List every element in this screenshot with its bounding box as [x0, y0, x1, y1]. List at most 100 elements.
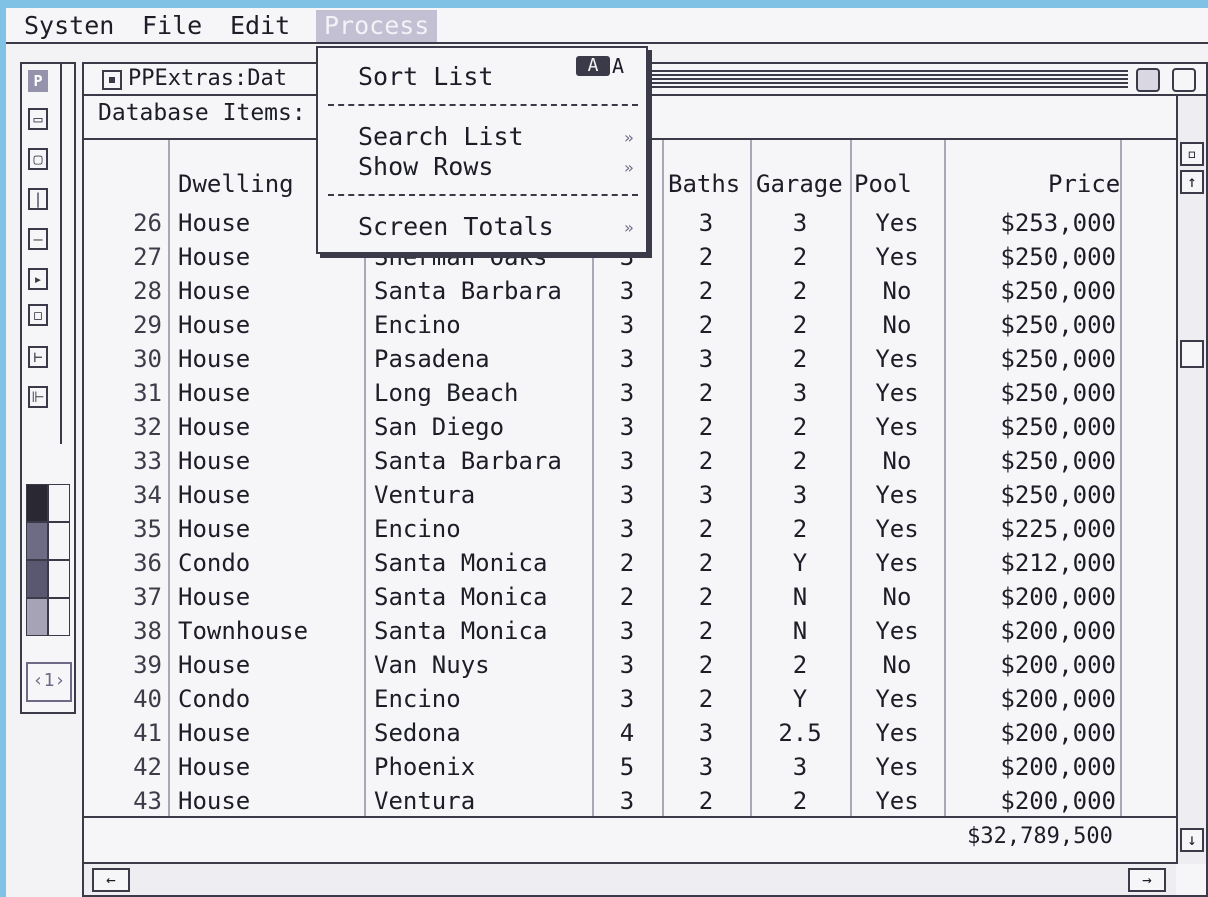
cell-pool: Yes [875, 719, 919, 747]
cell-dwelling: House [178, 413, 251, 441]
swatch-light-gray[interactable] [26, 598, 48, 636]
table-row[interactable]: 31 House Long Beach 3 2 3 Yes $250,000 [84, 376, 1176, 410]
scroll-right-icon[interactable]: → [1128, 868, 1166, 892]
size-box-icon[interactable] [1172, 68, 1196, 92]
scroll-page-icon[interactable]: ▫ [1180, 142, 1204, 166]
table-row[interactable]: 32 House San Diego 3 2 2 Yes $250,000 [84, 410, 1176, 444]
cell-dwelling: House [178, 379, 251, 407]
cell-dwelling: House [178, 787, 251, 815]
cell-pool: No [882, 277, 912, 305]
menu-process[interactable]: Process [316, 10, 438, 42]
column-header-baths[interactable]: Baths [668, 170, 740, 198]
cell-price: $250,000 [1000, 345, 1116, 373]
table-row[interactable]: 42 House Phoenix 5 3 3 Yes $200,000 [84, 750, 1176, 784]
horizontal-scrollbar[interactable]: ← → [84, 862, 1176, 895]
swatch-white-2[interactable] [48, 522, 70, 560]
menu-item-sort-list[interactable]: Sort List [358, 62, 493, 91]
column-header-dwelling[interactable]: Dwelling [178, 170, 294, 198]
table-row[interactable]: 40 Condo Encino 3 2 Y Yes $200,000 [84, 682, 1176, 716]
table-row[interactable]: 29 House Encino 3 2 2 No $250,000 [84, 308, 1176, 342]
table-row[interactable]: 37 House Santa Monica 2 2 N No $200,000 [84, 580, 1176, 614]
cell-location: Encino [374, 685, 461, 713]
cell-beds: 3 [619, 447, 635, 475]
cell-beds: 3 [619, 481, 635, 509]
vertical-scrollbar[interactable]: ▫ ↑ ↓ [1176, 96, 1206, 864]
cell-dwelling: House [178, 719, 251, 747]
rounded-rect-tool-icon[interactable]: ▢ [28, 148, 48, 170]
menu-file[interactable]: File [134, 10, 210, 42]
menu-system[interactable]: Systen [16, 10, 122, 42]
menu-item-show-rows[interactable]: Show Rows [358, 152, 493, 181]
cell-pool: No [882, 447, 912, 475]
cell-price: $225,000 [1000, 515, 1116, 543]
cell-location: Long Beach [374, 379, 519, 407]
swatch-white-3[interactable] [48, 560, 70, 598]
cell-price: $250,000 [1000, 447, 1116, 475]
cell-garage: 2 [792, 311, 808, 339]
column-header-garage[interactable]: Garage [756, 170, 843, 198]
split-tool-icon[interactable]: ⊢ [28, 346, 48, 368]
cell-price: $250,000 [1000, 379, 1116, 407]
totals-divider [84, 816, 1176, 818]
column-header-pool[interactable]: Pool [854, 170, 912, 198]
vertical-line-tool-icon[interactable]: | [28, 188, 48, 210]
tool-palette: P ▭ ▢ | — ▸ ◻ ⊢ ⊩ ‹1› [20, 62, 76, 714]
pointer-tool-icon[interactable]: ▸ [28, 268, 48, 290]
swatch-dark-gray[interactable] [26, 522, 48, 560]
table-row[interactable]: 33 House Santa Barbara 3 2 2 No $250,000 [84, 444, 1176, 478]
swatch-white[interactable] [48, 484, 70, 522]
frame-tool-icon[interactable]: ◻ [28, 304, 48, 326]
swatch-black[interactable] [26, 484, 48, 522]
column-header-price[interactable]: Price [1048, 170, 1120, 198]
table-row[interactable]: 36 Condo Santa Monica 2 2 Y Yes $212,000 [84, 546, 1176, 580]
cell-garage: N [792, 617, 808, 645]
row-number: 36 [133, 549, 162, 577]
table-row[interactable]: 34 House Ventura 3 3 3 Yes $250,000 [84, 478, 1176, 512]
horizontal-line-tool-icon[interactable]: — [28, 228, 48, 250]
scroll-down-icon[interactable]: ↓ [1180, 828, 1204, 852]
row-number: 42 [133, 753, 162, 781]
cell-garage: Y [792, 685, 808, 713]
cell-location: Ventura [374, 787, 476, 815]
cell-price: $250,000 [1000, 481, 1116, 509]
row-number: 27 [133, 243, 162, 271]
cell-baths: 3 [698, 753, 714, 781]
cell-price: $212,000 [1000, 549, 1116, 577]
swatch-gray[interactable] [26, 560, 48, 598]
cell-garage: 3 [792, 379, 808, 407]
table-row[interactable]: 38 Townhouse Santa Monica 3 2 N Yes $200,000 [84, 614, 1176, 648]
swatch-white-4[interactable] [48, 598, 70, 636]
table-row[interactable]: 43 House Ventura 3 2 2 Yes $200,000 [84, 784, 1176, 818]
cell-price: $200,000 [1000, 651, 1116, 679]
row-number: 38 [133, 617, 162, 645]
table-row[interactable]: 35 House Encino 3 2 2 Yes $225,000 [84, 512, 1176, 546]
close-box-icon[interactable] [102, 70, 122, 90]
rectangle-tool-icon[interactable]: ▭ [28, 108, 48, 130]
table-row[interactable]: 30 House Pasadena 3 3 2 Yes $250,000 [84, 342, 1176, 376]
cell-location: Encino [374, 311, 461, 339]
cell-baths: 2 [698, 277, 714, 305]
page-indicator[interactable]: ‹1› [26, 662, 72, 702]
scroll-up-icon[interactable]: ↑ [1180, 170, 1204, 194]
scroll-thumb[interactable] [1180, 340, 1204, 368]
row-number: 31 [133, 379, 162, 407]
cell-pool: No [882, 651, 912, 679]
zoom-box-icon[interactable] [1136, 68, 1160, 92]
menu-item-screen-totals[interactable]: Screen Totals [358, 212, 554, 241]
cell-beds: 3 [619, 345, 635, 373]
column-tool-icon[interactable]: ⊩ [28, 386, 48, 408]
scroll-left-icon[interactable]: ← [92, 868, 130, 892]
app-logo-icon: P [28, 70, 48, 92]
cell-pool: Yes [875, 209, 919, 237]
cell-price: $200,000 [1000, 787, 1116, 815]
cell-garage: Y [792, 549, 808, 577]
cell-beds: 3 [619, 311, 635, 339]
table-row[interactable]: 41 House Sedona 4 3 2.5 Yes $200,000 [84, 716, 1176, 750]
cell-location: Van Nuys [374, 651, 490, 679]
menu-edit[interactable]: Edit [222, 10, 298, 42]
row-number: 34 [133, 481, 162, 509]
cell-location: Santa Barbara [374, 447, 562, 475]
table-row[interactable]: 39 House Van Nuys 3 2 2 No $200,000 [84, 648, 1176, 682]
table-row[interactable]: 28 House Santa Barbara 3 2 2 No $250,000 [84, 274, 1176, 308]
menu-item-search-list[interactable]: Search List [358, 122, 524, 151]
